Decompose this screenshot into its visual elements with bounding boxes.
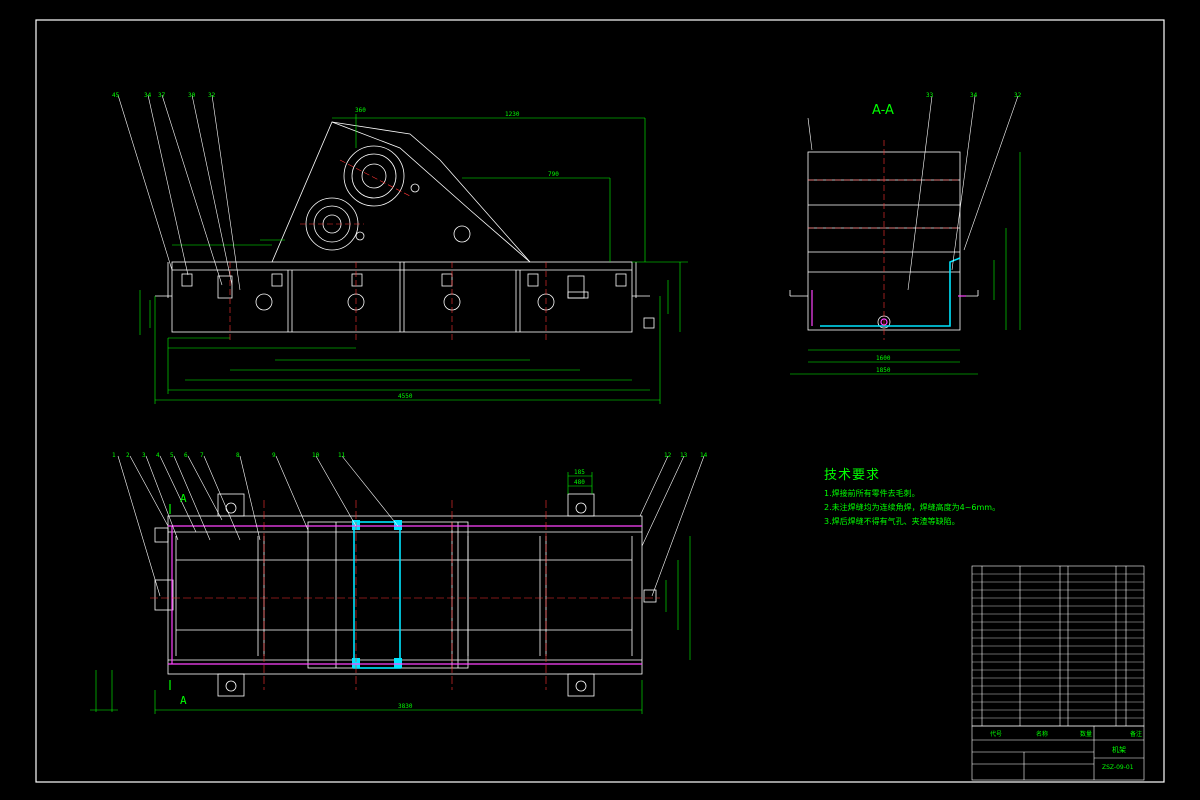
tech-req-item-2: 2.未注焊缝均为连续角焊，焊缝高度为4~6mm。: [824, 503, 1001, 512]
svg-text:5: 5: [170, 452, 174, 459]
section-marker-top: A: [180, 492, 187, 505]
tech-req-item-3: 3.焊后焊缝不得有气孔、夹渣等缺陷。: [824, 517, 960, 526]
parts-col-note: 备注: [1130, 731, 1143, 738]
cad-drawing-canvas[interactable]: 45 34 37 30 32 1230 790 360 4550 33 34 3…: [0, 0, 1200, 800]
svg-text:3: 3: [142, 452, 146, 459]
parts-col-name: 名称: [1036, 731, 1049, 738]
svg-text:37: 37: [158, 92, 166, 99]
parts-col-code: 代号: [990, 731, 1003, 738]
dim-bottom-length: 3830: [398, 703, 413, 710]
dim-section-width: 1850: [876, 367, 891, 374]
dim-overall-length: 4550: [398, 393, 413, 400]
svg-text:2: 2: [126, 452, 130, 459]
dim-plan-dim2: 480: [574, 479, 585, 486]
section-marker-bottom: A: [180, 694, 187, 707]
svg-text:12: 12: [664, 452, 672, 459]
section-a-a-title: A-A: [872, 103, 894, 118]
dim-base-left: 360: [355, 107, 366, 114]
svg-text:1: 1: [112, 452, 116, 459]
svg-text:34: 34: [144, 92, 152, 99]
svg-text:6: 6: [184, 452, 188, 459]
svg-text:11: 11: [338, 452, 346, 459]
svg-text:45: 45: [112, 92, 120, 99]
svg-text:4: 4: [156, 452, 160, 459]
svg-text:32: 32: [208, 92, 216, 99]
svg-text:14: 14: [700, 452, 708, 459]
parts-col-qty: 数量: [1080, 731, 1093, 738]
svg-text:32: 32: [1014, 92, 1022, 99]
drawing-number: ZSZ-09-01: [1102, 764, 1134, 771]
dim-top-span: 1230: [505, 111, 520, 118]
svg-text:13: 13: [680, 452, 688, 459]
technical-requirements-title: 技术要求: [824, 468, 881, 483]
svg-text:30: 30: [188, 92, 196, 99]
svg-text:8: 8: [236, 452, 240, 459]
svg-text:33: 33: [926, 92, 934, 99]
dim-section-inner: 1600: [876, 355, 891, 362]
svg-text:7: 7: [200, 452, 204, 459]
drawing-name: 机架: [1112, 746, 1126, 754]
svg-text:9: 9: [272, 452, 276, 459]
svg-text:10: 10: [312, 452, 320, 459]
tech-req-item-1: 1.焊接前所有零件去毛刺。: [824, 489, 920, 498]
svg-text:34: 34: [970, 92, 978, 99]
dim-plan-side: 185: [574, 469, 585, 476]
dim-mid-span: 790: [548, 171, 559, 178]
